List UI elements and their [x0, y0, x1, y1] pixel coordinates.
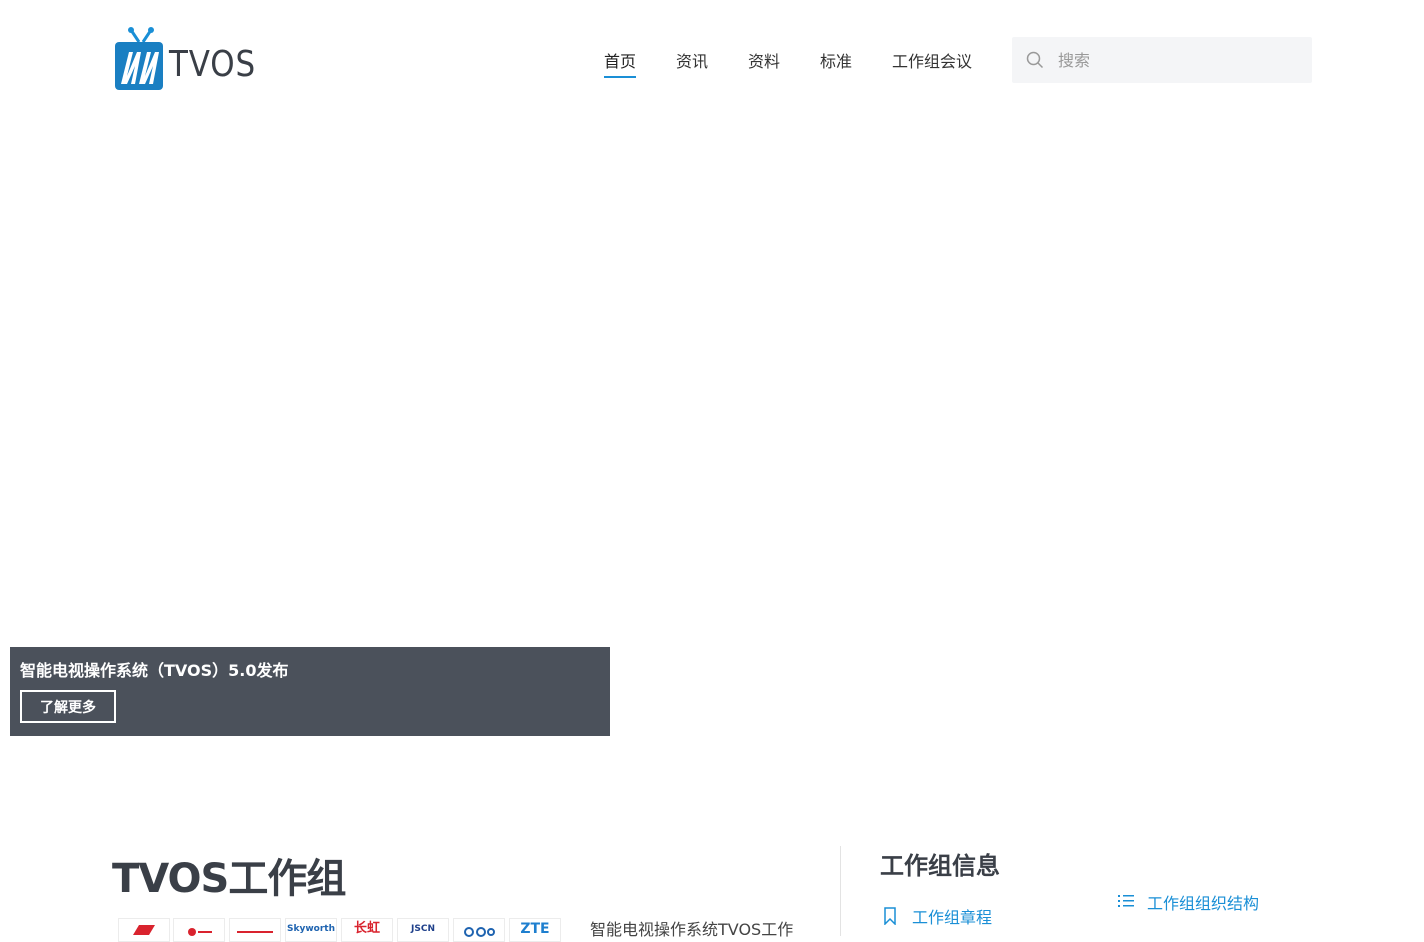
bookmark-icon	[884, 907, 896, 925]
list-icon	[1118, 895, 1134, 907]
tvos-logo[interactable]: TVOS	[113, 26, 255, 92]
partner-logo-jscn[interactable]: JSCN	[397, 918, 449, 942]
structure-link-label: 工作组组织结构	[1147, 894, 1260, 913]
structure-link[interactable]: 工作组组织结构	[1117, 890, 1317, 913]
tv-logo-icon	[115, 27, 163, 90]
nav-item-standards[interactable]: 标准	[820, 48, 852, 72]
flower-logo-icon	[188, 928, 212, 936]
nav-item-resources[interactable]: 资料	[748, 48, 780, 72]
partner-logo[interactable]	[229, 918, 281, 942]
partner-logo[interactable]	[453, 918, 505, 942]
site-header: TVOS 首页 资讯 资料 标准 工作组会议	[0, 0, 1424, 120]
charter-link-label: 工作组章程	[912, 908, 993, 927]
learn-more-button[interactable]: 了解更多	[20, 690, 116, 723]
partner-logo-changhong[interactable]: 长虹	[341, 918, 393, 942]
nav-item-meetings[interactable]: 工作组会议	[892, 48, 972, 72]
banner-caption-title: 智能电视操作系统（TVOS）5.0发布	[20, 661, 289, 680]
partner-logo[interactable]	[118, 918, 170, 942]
search-input[interactable]	[1058, 45, 1298, 75]
search-icon[interactable]	[1026, 51, 1044, 69]
info-title: 工作组信息	[880, 852, 1000, 880]
partner-logo-icon	[464, 927, 495, 937]
partner-logo-icon	[133, 925, 155, 935]
partner-logo-zte[interactable]: ZTE	[509, 918, 561, 942]
partner-logo-skyworth[interactable]: Skyworth	[285, 918, 337, 942]
logo-text: TVOS	[169, 44, 257, 85]
charter-link[interactable]: 工作组章程	[882, 904, 1082, 927]
nav-item-home[interactable]: 首页	[604, 48, 637, 78]
banner-caption: 智能电视操作系统（TVOS）5.0发布 了解更多	[10, 647, 610, 736]
workgroup-title: TVOS工作组	[112, 856, 346, 902]
section-divider	[840, 846, 841, 936]
partner-logo-icon	[237, 931, 273, 933]
nav-item-news[interactable]: 资讯	[676, 48, 708, 72]
search-box	[1012, 37, 1312, 83]
partner-logo[interactable]	[173, 918, 225, 942]
workgroup-intro: 智能电视操作系统TVOS工作	[590, 920, 794, 939]
